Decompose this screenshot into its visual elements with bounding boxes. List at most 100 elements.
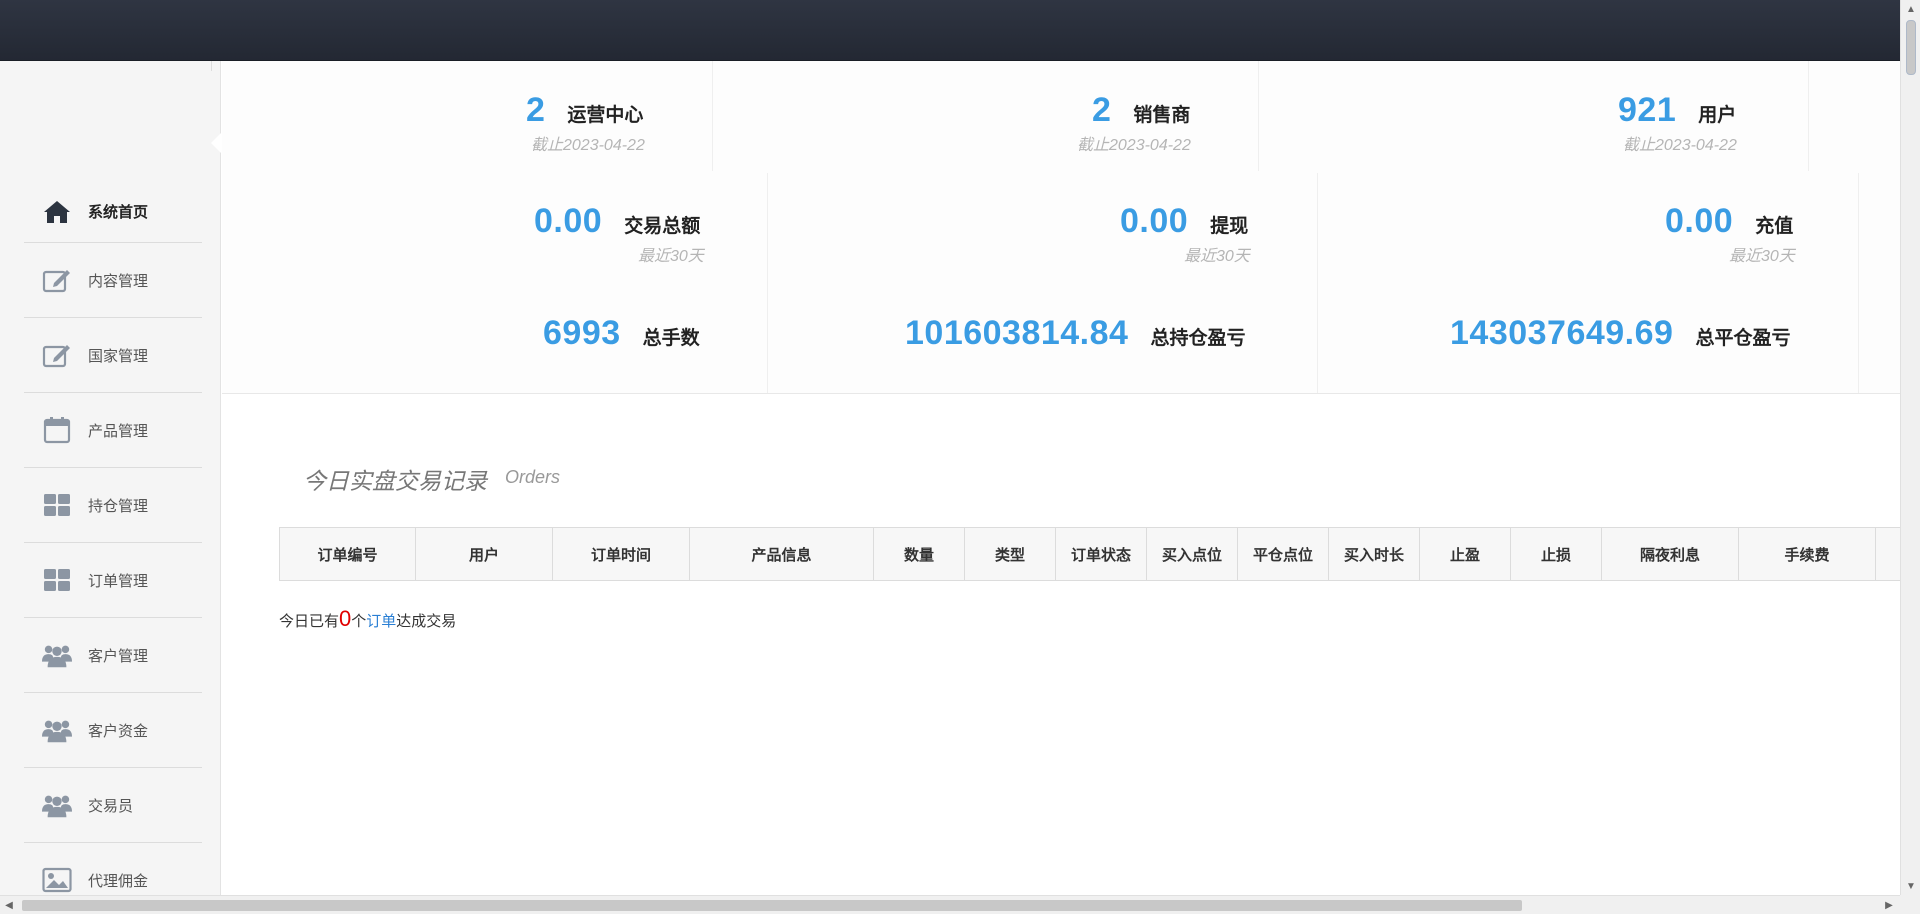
sidebar-item-country[interactable]: 国家管理 (24, 318, 202, 393)
stat-distributors: 2 销售商 (1092, 91, 1190, 130)
sidebar-item-label: 国家管理 (88, 347, 149, 365)
stat-open-pnl: 101603814.84 总持仓盈亏 (905, 314, 1245, 353)
stat-period: 最近30天 (1184, 248, 1250, 265)
grid-icon (42, 565, 72, 595)
grid-icon (42, 490, 72, 520)
stat-value: 0.00 (1665, 202, 1734, 240)
vertical-scrollbar[interactable]: ▲ ▼ (1900, 0, 1920, 895)
sidebar-item-product[interactable]: 产品管理 (24, 393, 202, 468)
sidebar-item-label: 客户管理 (88, 647, 149, 665)
sidebar-item-order[interactable]: 订单管理 (24, 543, 202, 618)
column-header[interactable]: 订单时间 (553, 528, 690, 580)
stat-label: 总平仓盈亏 (1695, 328, 1791, 349)
column-header[interactable]: 手续费 (1739, 528, 1876, 580)
stat-label: 用户 (1698, 105, 1737, 126)
sidebar-item-customer[interactable]: 客户管理 (24, 618, 202, 693)
stat-value: 2 (526, 91, 546, 129)
sidebar-item-customer-funds[interactable]: 客户资金 (24, 693, 202, 768)
sidebar-divider (211, 61, 212, 71)
scroll-right-icon[interactable]: ▶ (1880, 896, 1898, 914)
stat-value: 0.00 (1120, 202, 1189, 240)
stat-label: 销售商 (1133, 105, 1191, 126)
stat-value: 143037649.69 (1450, 314, 1674, 352)
stat-date: 截止2023-04-22 (531, 137, 645, 154)
calendar-icon (42, 415, 72, 445)
stat-closed-pnl: 143037649.69 总平仓盈亏 (1450, 314, 1790, 353)
column-divider (712, 61, 713, 171)
sidebar-item-label: 客户资金 (88, 722, 149, 740)
horizontal-scrollbar[interactable]: ◀ ▶ (0, 895, 1900, 914)
sidebar-item-label: 订单管理 (88, 572, 149, 590)
sidebar-item-label: 交易员 (88, 797, 134, 815)
edit-icon (42, 265, 72, 295)
sidebar-item-label: 代理佣金 (88, 872, 149, 890)
column-header[interactable]: 止损 (1511, 528, 1602, 580)
column-header[interactable]: 用户 (416, 528, 553, 580)
column-header[interactable]: 类型 (965, 528, 1056, 580)
stat-label: 总持仓盈亏 (1150, 328, 1246, 349)
stat-value: 101603814.84 (905, 314, 1129, 352)
stat-value: 921 (1618, 91, 1677, 129)
scrollbar-corner (1900, 895, 1920, 914)
scroll-down-icon[interactable]: ▼ (1901, 877, 1920, 895)
stat-label: 充值 (1755, 216, 1794, 237)
stat-period: 最近30天 (1729, 248, 1795, 265)
stat-date: 截止2023-04-22 (1623, 137, 1737, 154)
sidebar-item-content[interactable]: 内容管理 (24, 243, 202, 318)
vertical-scroll-thumb[interactable] (1906, 20, 1916, 75)
column-divider (1858, 173, 1859, 393)
orders-subtitle: Orders (505, 467, 561, 487)
stat-users: 921 用户 (1618, 91, 1736, 130)
sidebar-nav: 系统首页 内容管理 国家管理 产品管理 持仓管理 订单管理 客户管理 客户资金 … (24, 181, 202, 914)
scroll-left-icon[interactable]: ◀ (0, 896, 18, 914)
stat-label: 提现 (1210, 216, 1249, 237)
users-icon (42, 715, 72, 745)
column-header[interactable]: 买入点位 (1147, 528, 1238, 580)
orders-table-header: 订单编号 用户 订单时间 产品信息 数量 类型 订单状态 买入点位 平仓点位 买… (279, 527, 1900, 581)
column-header[interactable]: 订单编号 (279, 528, 416, 580)
summary-suffix: 达成交易 (396, 613, 457, 630)
sidebar-item-label: 系统首页 (88, 204, 149, 221)
column-header[interactable]: 平仓点位 (1238, 528, 1329, 580)
sidebar-item-trader[interactable]: 交易员 (24, 768, 202, 843)
stat-recharge: 0.00 充值 (1665, 202, 1793, 241)
stat-date: 截止2023-04-22 (1077, 137, 1191, 154)
column-header[interactable]: 买入时长 (1329, 528, 1420, 580)
sidebar-item-label: 持仓管理 (88, 497, 149, 515)
stat-label: 总手数 (642, 328, 700, 349)
stat-period: 最近30天 (638, 248, 704, 265)
stat-value: 0.00 (534, 202, 603, 240)
column-divider (1808, 61, 1809, 171)
stat-trade-total: 0.00 交易总额 (534, 202, 700, 241)
column-divider (1317, 173, 1318, 393)
orders-link[interactable]: 订单 (366, 610, 396, 631)
summary-unit: 个 (351, 613, 367, 630)
column-header[interactable]: 订单状态 (1056, 528, 1147, 580)
sidebar-item-position[interactable]: 持仓管理 (24, 468, 202, 543)
image-icon (42, 865, 72, 895)
stat-total-lots: 6993 总手数 (543, 314, 700, 353)
scroll-up-icon[interactable]: ▲ (1901, 0, 1920, 18)
column-header[interactable]: 隔夜利息 (1602, 528, 1739, 580)
sidebar-item-home[interactable]: 系统首页 (24, 151, 202, 243)
stat-value: 2 (1092, 91, 1112, 129)
sidebar: 系统首页 内容管理 国家管理 产品管理 持仓管理 订单管理 客户管理 客户资金 … (0, 61, 221, 895)
summary-prefix: 今日已有 (279, 613, 340, 630)
active-indicator (211, 133, 221, 153)
column-divider (1258, 61, 1259, 171)
order-count: 0 (339, 606, 352, 631)
column-divider (767, 173, 768, 393)
stat-label: 交易总额 (624, 216, 701, 237)
orders-summary: 今日已有 0 个 订单 达成交易 (279, 606, 456, 632)
stat-withdrawal: 0.00 提现 (1120, 202, 1248, 241)
column-header[interactable]: 数量 (874, 528, 965, 580)
stat-label: 运营中心 (567, 105, 644, 126)
column-header[interactable]: 止盈 (1420, 528, 1511, 580)
sidebar-item-label: 内容管理 (88, 272, 149, 290)
home-icon (42, 197, 72, 227)
sidebar-item-label: 产品管理 (88, 422, 149, 440)
column-header[interactable]: 产品信息 (690, 528, 874, 580)
horizontal-scroll-thumb[interactable] (22, 900, 1522, 911)
edit-icon (42, 340, 72, 370)
users-icon (42, 640, 72, 670)
